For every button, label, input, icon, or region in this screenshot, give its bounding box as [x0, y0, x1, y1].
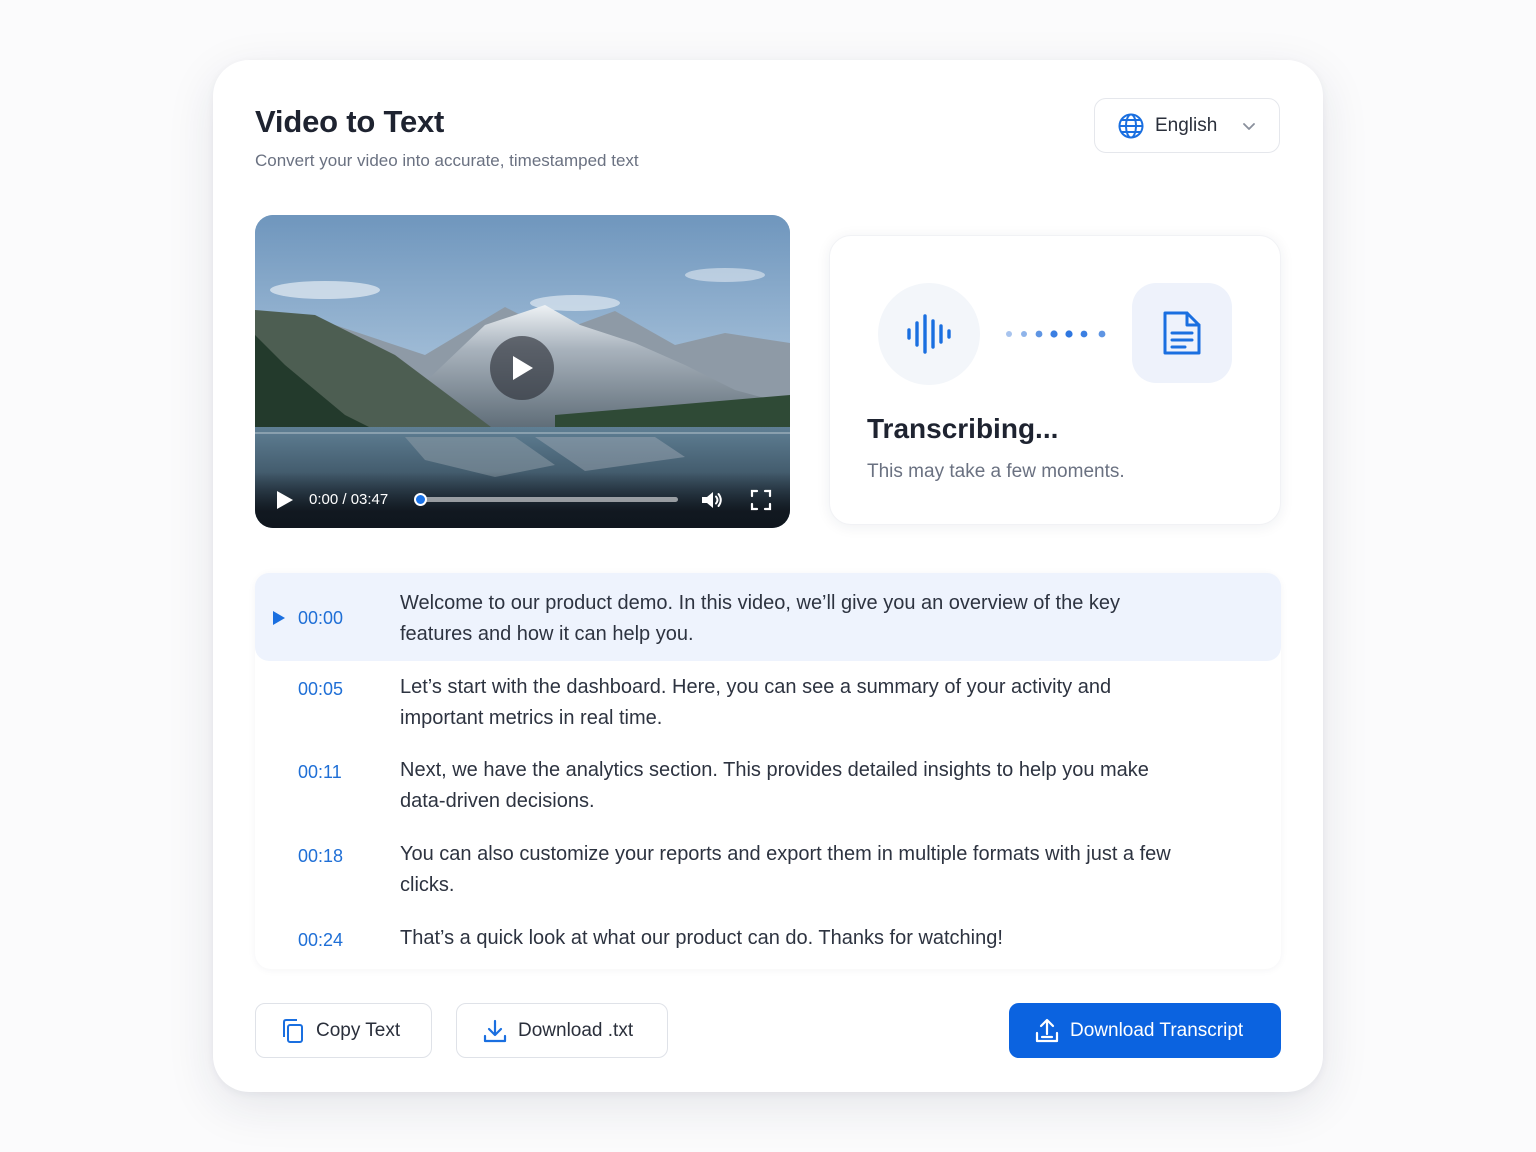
progress-dots	[1006, 330, 1106, 338]
language-select-value: English	[1155, 114, 1218, 136]
transcript-timestamp[interactable]: 00:24	[298, 930, 343, 951]
upload-download-icon	[1034, 1018, 1060, 1044]
transcript-text: Welcome to our product demo. In this vid…	[400, 592, 1120, 645]
video-player[interactable]: 0:00 / 03:47	[255, 215, 790, 528]
page-title: Video to Text	[255, 104, 445, 139]
video-controls: 0:00 / 03:47	[255, 472, 790, 528]
download-icon	[482, 1018, 508, 1044]
play-icon	[513, 356, 533, 380]
transcript-row[interactable]: 00:11 Next, we have the analytics sectio…	[255, 745, 1281, 829]
video-progress-knob[interactable]	[414, 493, 427, 506]
globe-icon	[1117, 112, 1145, 140]
video-progress-bar[interactable]	[420, 497, 678, 502]
transcript-text: You can also customize your reports and …	[400, 843, 1171, 896]
play-icon[interactable]	[273, 489, 295, 511]
transcript-row-active[interactable]: 00:00 Welcome to our product demo. In th…	[255, 573, 1281, 661]
transcript-text: Next, we have the analytics section. Thi…	[400, 759, 1149, 812]
transcript-timestamp[interactable]: 00:18	[298, 846, 343, 867]
chevron-down-icon	[1241, 118, 1257, 134]
transcript-row[interactable]: 00:18 You can also customize your report…	[255, 829, 1281, 913]
page-subtitle: Convert your video into accurate, timest…	[255, 151, 639, 170]
download-transcript-button[interactable]: Download Transcript	[1009, 1003, 1281, 1058]
document-icon	[1132, 283, 1232, 383]
audio-wave-icon	[878, 283, 980, 385]
download-transcript-label: Download Transcript	[1070, 1019, 1244, 1041]
status-message: This may take a few moments.	[867, 461, 1125, 482]
video-time-display: 0:00 / 03:47	[309, 491, 389, 508]
transcript-timestamp[interactable]: 00:05	[298, 679, 343, 700]
transcript-text: That’s a quick look at what our product …	[400, 927, 1003, 949]
status-title: Transcribing...	[867, 413, 1059, 444]
playing-indicator-icon	[272, 610, 286, 626]
transcript-row[interactable]: 00:05 Let’s start with the dashboard. He…	[255, 661, 1281, 745]
volume-icon[interactable]	[699, 487, 725, 513]
fullscreen-icon[interactable]	[749, 488, 773, 512]
transcript-list: 00:00 Welcome to our product demo. In th…	[255, 573, 1281, 969]
copy-text-label: Copy Text	[316, 1019, 401, 1041]
copy-icon	[280, 1018, 306, 1044]
download-txt-button[interactable]: Download .txt	[456, 1003, 668, 1058]
transcript-row[interactable]: 00:24 That’s a quick look at what our pr…	[255, 913, 1281, 969]
transcript-text: Let’s start with the dashboard. Here, yo…	[400, 676, 1112, 729]
copy-text-button[interactable]: Copy Text	[255, 1003, 432, 1058]
transcript-timestamp[interactable]: 00:11	[298, 762, 342, 783]
transcript-timestamp[interactable]: 00:00	[298, 608, 343, 629]
transcribing-status-panel: Transcribing... This may take a few mome…	[829, 235, 1281, 525]
center-play-button[interactable]	[490, 336, 554, 400]
download-txt-label: Download .txt	[518, 1019, 634, 1041]
language-select[interactable]: English	[1094, 98, 1280, 153]
video-to-text-card: Video to Text Convert your video into ac…	[213, 60, 1323, 1092]
